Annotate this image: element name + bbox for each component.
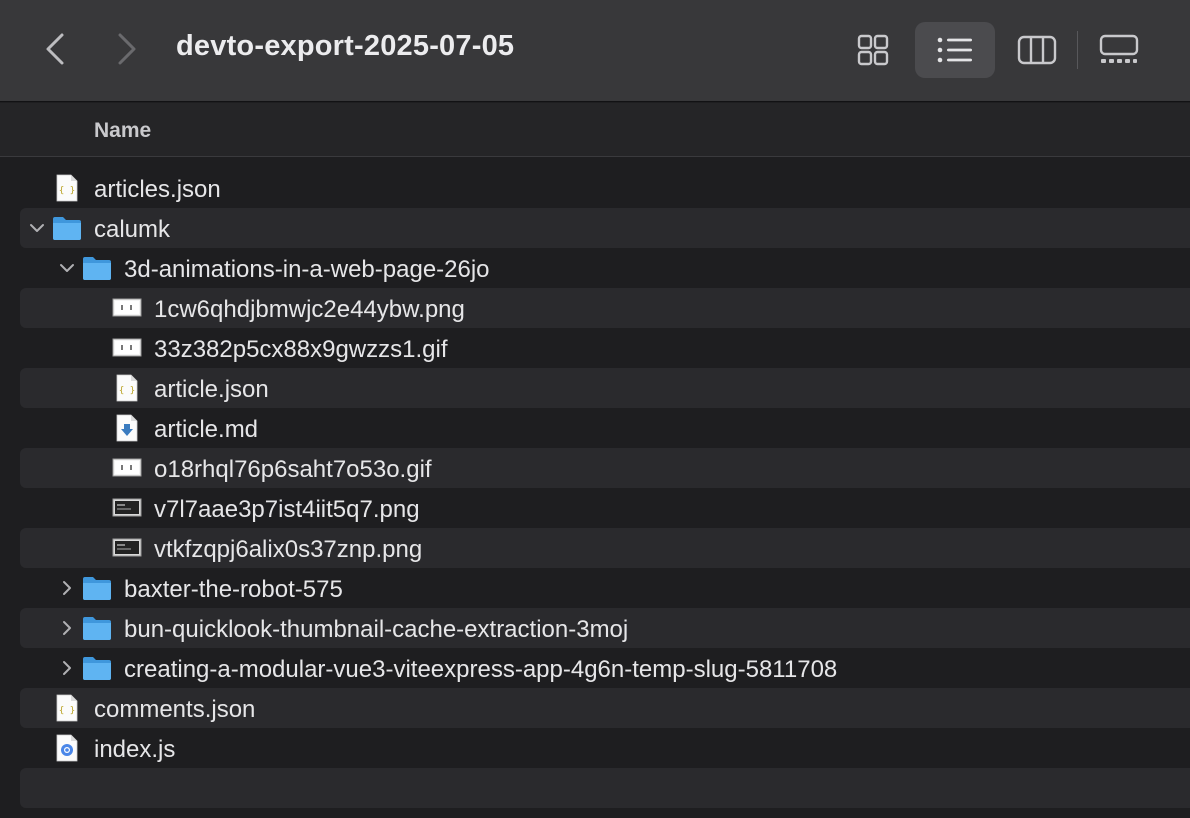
chevron-right-icon[interactable]	[58, 659, 76, 677]
view-as-gallery-button[interactable]	[1079, 22, 1159, 78]
view-as-list-button[interactable]	[915, 22, 995, 78]
folder-row[interactable]: creating-a-modular-vue3-viteexpress-app-…	[20, 648, 1190, 688]
file-row[interactable]: { } comments.json	[20, 688, 1190, 728]
image-file-icon	[112, 494, 142, 522]
file-name: baxter-the-robot-575	[124, 576, 343, 603]
folder-row[interactable]: calumk	[20, 208, 1190, 248]
gallery-view-icon	[1099, 34, 1139, 63]
empty-row	[20, 768, 1190, 808]
file-name: vtkfzqpj6alix0s37znp.png	[154, 536, 423, 563]
file-name: article.json	[154, 376, 269, 403]
file-name: 33z382p5cx88x9gwzzs1.gif	[154, 336, 448, 363]
file-list: { } articles.json calumk 3d-animations-in-a…	[0, 168, 1190, 808]
file-name: articles.json	[94, 176, 221, 203]
javascript-file-icon	[52, 734, 82, 762]
json-file-icon: { }	[52, 694, 82, 722]
file-row[interactable]: 33z382p5cx88x9gwzzs1.gif	[20, 328, 1190, 368]
svg-text:{ }: { }	[59, 706, 75, 716]
file-name: v7l7aae3p7ist4iit5q7.png	[154, 496, 420, 523]
file-row[interactable]: 1cw6qhdjbmwjc2e44ybw.png	[20, 288, 1190, 328]
json-file-icon: { }	[112, 374, 142, 402]
file-name: index.js	[94, 736, 176, 763]
window-title: devto-export-2025-07-05	[176, 30, 515, 62]
file-name: creating-a-modular-vue3-viteexpress-app-…	[124, 656, 838, 683]
folder-row[interactable]: 3d-animations-in-a-web-page-26jo	[20, 248, 1190, 288]
chevron-right-icon[interactable]	[58, 619, 76, 637]
column-header-row: Name	[0, 103, 1190, 157]
image-file-icon	[112, 454, 142, 482]
back-button[interactable]	[38, 28, 72, 70]
chevron-down-icon[interactable]	[28, 219, 46, 237]
chevron-left-icon	[46, 33, 64, 65]
file-name: 1cw6qhdjbmwjc2e44ybw.png	[154, 296, 465, 323]
folder-row[interactable]: baxter-the-robot-575	[20, 568, 1190, 608]
chevron-right-icon	[118, 33, 136, 65]
file-name: o18rhql76p6saht7o53o.gif	[154, 456, 432, 483]
icon-grid-icon	[857, 34, 889, 66]
svg-text:{ }: { }	[59, 186, 75, 196]
file-name: article.md	[154, 416, 259, 443]
markdown-file-icon	[112, 414, 142, 442]
folder-icon	[52, 214, 82, 242]
folder-icon	[82, 614, 112, 642]
svg-text:{ }: { }	[119, 386, 135, 396]
folder-icon	[82, 654, 112, 682]
image-file-icon	[112, 534, 142, 562]
file-name: comments.json	[94, 696, 256, 723]
image-file-icon	[112, 334, 142, 362]
chevron-down-icon[interactable]	[58, 259, 76, 277]
file-row[interactable]: article.md	[20, 408, 1190, 448]
file-row[interactable]: vtkfzqpj6alix0s37znp.png	[20, 528, 1190, 568]
toolbar: devto-export-2025-07-05	[0, 0, 1190, 102]
file-name: 3d-animations-in-a-web-page-26jo	[124, 256, 490, 283]
folder-icon	[82, 254, 112, 282]
file-row[interactable]: { } article.json	[20, 368, 1190, 408]
file-row[interactable]: o18rhql76p6saht7o53o.gif	[20, 448, 1190, 488]
file-row[interactable]: v7l7aae3p7ist4iit5q7.png	[20, 488, 1190, 528]
image-file-icon	[112, 294, 142, 322]
file-row[interactable]: index.js	[20, 728, 1190, 768]
list-view-icon	[937, 37, 972, 63]
folder-icon	[82, 574, 112, 602]
file-name: calumk	[94, 216, 171, 243]
column-header-name[interactable]: Name	[94, 119, 151, 143]
file-row[interactable]: { } articles.json	[20, 168, 1190, 208]
view-as-columns-button[interactable]	[997, 22, 1077, 78]
folder-row[interactable]: bun-quicklook-thumbnail-cache-extraction…	[20, 608, 1190, 648]
view-as-icons-button[interactable]	[833, 22, 913, 78]
columns-view-icon	[1017, 35, 1057, 65]
forward-button[interactable]	[110, 28, 144, 70]
json-file-icon: { }	[52, 174, 82, 202]
file-name: bun-quicklook-thumbnail-cache-extraction…	[124, 616, 629, 643]
chevron-right-icon[interactable]	[58, 579, 76, 597]
toolbar-separator	[1077, 31, 1078, 69]
